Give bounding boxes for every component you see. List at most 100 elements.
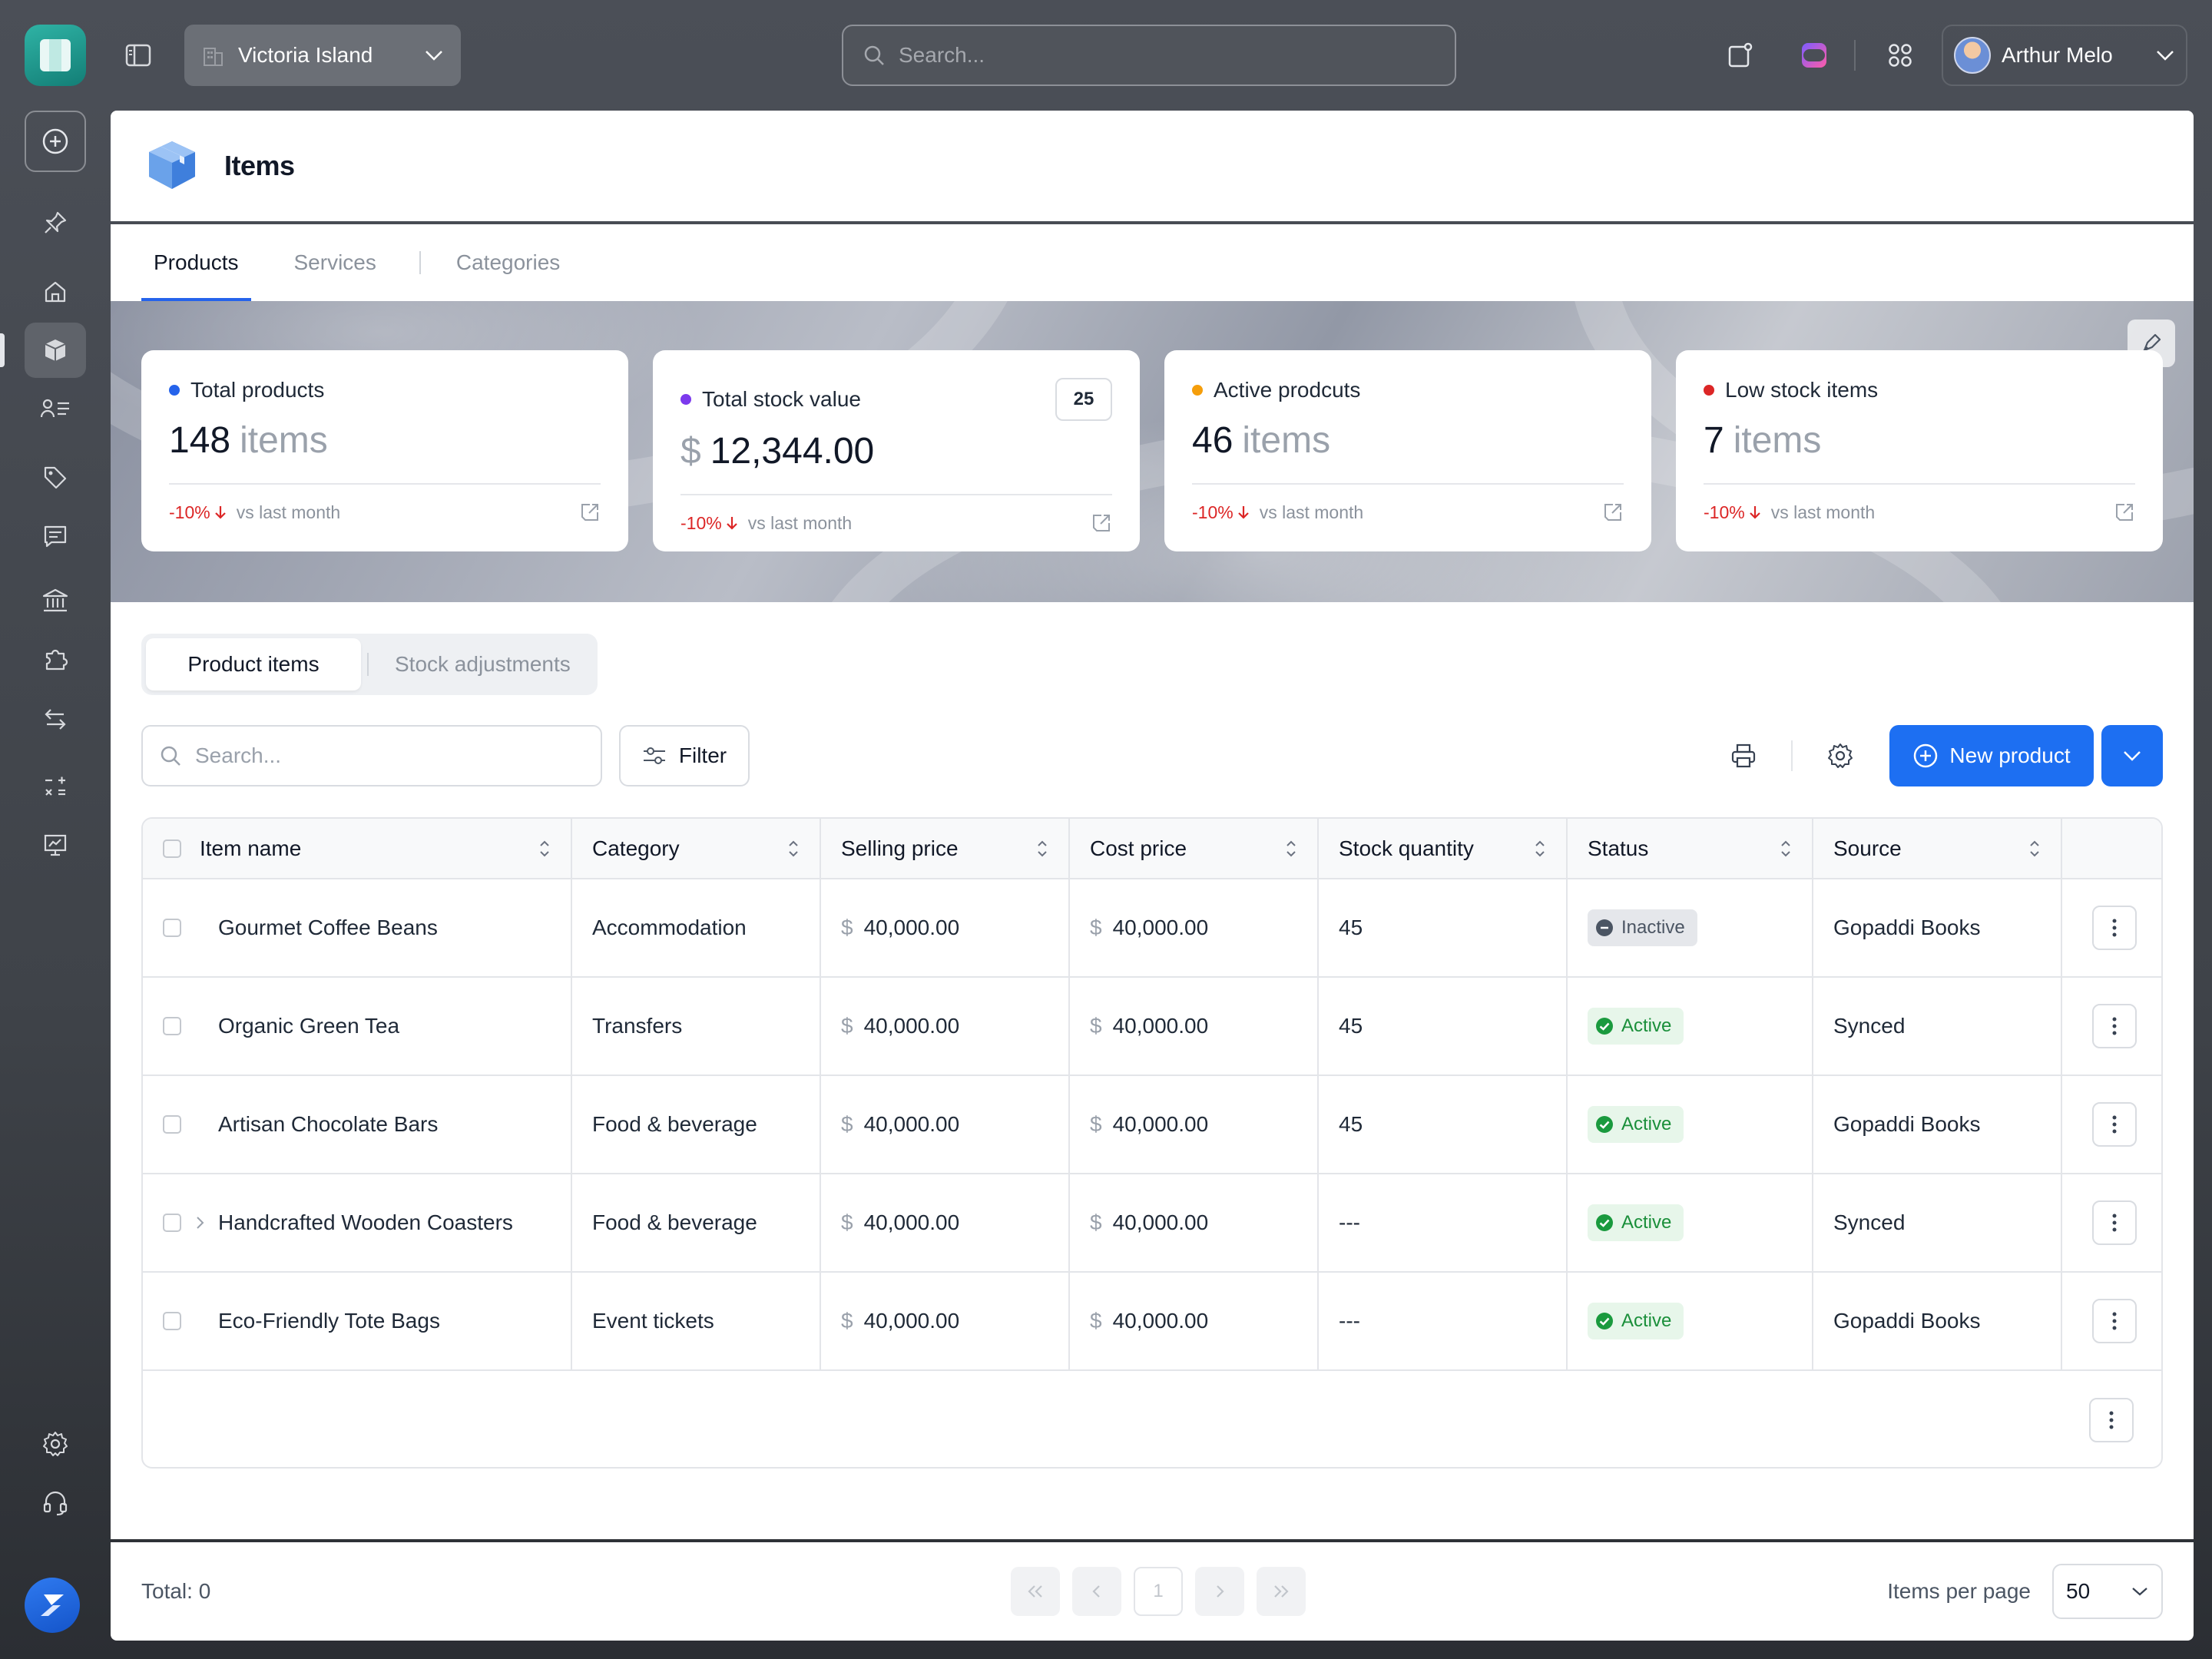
sort-icon[interactable] xyxy=(787,838,800,859)
next-page-button[interactable] xyxy=(1195,1567,1244,1616)
page-header: Items xyxy=(111,111,2194,221)
actions-cell xyxy=(2061,1174,2161,1272)
sidebar-item-settings[interactable] xyxy=(25,1416,86,1472)
sort-icon[interactable] xyxy=(1285,838,1297,859)
row-checkbox[interactable] xyxy=(163,1017,181,1035)
print-icon[interactable] xyxy=(1720,733,1767,779)
open-report-icon[interactable] xyxy=(1091,512,1112,534)
previous-page-button[interactable] xyxy=(1072,1567,1121,1616)
sidebar-item-pinned[interactable] xyxy=(25,195,86,250)
row-actions-button[interactable] xyxy=(2092,1200,2137,1245)
app-logo[interactable] xyxy=(25,25,86,86)
cost-price-cell: $40,000.00 xyxy=(1069,1174,1319,1272)
sort-icon[interactable] xyxy=(538,838,551,859)
cost-price: 40,000.00 xyxy=(1112,1014,1209,1038)
open-report-icon[interactable] xyxy=(1602,502,1624,523)
row-checkbox[interactable] xyxy=(163,1214,181,1232)
sliders-icon xyxy=(643,747,665,764)
main-tabs: Products Services Categories xyxy=(111,224,2194,301)
table-row[interactable]: Artisan Chocolate Bars Food & beverage $40… xyxy=(143,1075,2161,1174)
sort-icon[interactable] xyxy=(2028,838,2041,859)
currency-symbol: $ xyxy=(841,1112,853,1136)
sidebar-toggle-icon[interactable] xyxy=(120,37,157,74)
column-header-category[interactable]: Category xyxy=(571,819,821,879)
select-all-checkbox[interactable] xyxy=(163,839,181,858)
page-number-button[interactable]: 1 xyxy=(1134,1567,1183,1616)
sort-icon[interactable] xyxy=(1780,838,1792,859)
column-header-item-name[interactable]: Item name xyxy=(143,819,572,879)
page-number: 1 xyxy=(1153,1581,1164,1601)
user-menu[interactable]: Arthur Melo xyxy=(1942,25,2187,86)
source-cell: Gopaddi Books xyxy=(1813,1272,2062,1370)
sidebar-item-reports[interactable] xyxy=(25,817,86,873)
column-label: Status xyxy=(1588,836,1649,860)
row-actions-button[interactable] xyxy=(2092,906,2137,950)
tab-products[interactable]: Products xyxy=(141,224,251,301)
apps-grid-icon[interactable] xyxy=(1880,35,1920,75)
table-row[interactable]: Eco-Friendly Tote Bags Event tickets $40,0… xyxy=(143,1272,2161,1370)
sidebar-item-items[interactable] xyxy=(25,323,86,378)
cost-price: 40,000.00 xyxy=(1112,1309,1209,1333)
column-header-status[interactable]: Status xyxy=(1567,819,1813,879)
stock-quantity-cell: --- xyxy=(1318,1174,1568,1272)
table-header-row: Item name Category Selling price Cost pr… xyxy=(143,819,2161,879)
location-selector[interactable]: Victoria Island xyxy=(184,25,461,86)
last-page-button[interactable] xyxy=(1257,1567,1306,1616)
sidebar-item-tags[interactable] xyxy=(25,450,86,505)
row-actions-button[interactable] xyxy=(2092,1004,2137,1048)
row-checkbox[interactable] xyxy=(163,1312,181,1330)
sidebar-item-banking[interactable] xyxy=(25,573,86,628)
settings-gear-icon[interactable] xyxy=(1817,733,1863,779)
selling-price: 40,000.00 xyxy=(863,916,960,939)
table-row[interactable]: Gourmet Coffee Beans Accommodation $40,000… xyxy=(143,879,2161,977)
table-search-input[interactable]: Search... xyxy=(141,725,602,786)
sidebar-item-transfers[interactable] xyxy=(25,691,86,747)
filter-button[interactable]: Filter xyxy=(619,725,750,786)
currency-symbol: $ xyxy=(841,916,853,939)
sidebar-item-messages[interactable] xyxy=(25,508,86,564)
table-row[interactable]: Handcrafted Wooden Coasters Food & bevera… xyxy=(143,1174,2161,1272)
row-actions-button[interactable] xyxy=(2092,1102,2137,1147)
toolbar-divider xyxy=(1791,740,1793,771)
open-report-icon[interactable] xyxy=(2114,502,2135,523)
sidebar-item-contacts[interactable] xyxy=(25,381,86,436)
sidebar-item-home[interactable] xyxy=(25,264,86,320)
sort-icon[interactable] xyxy=(1036,838,1048,859)
selling-price-cell: $40,000.00 xyxy=(820,977,1070,1075)
items-per-page-select[interactable]: 50 xyxy=(2052,1564,2163,1619)
stat-change: -10% xyxy=(1192,502,1233,522)
column-header-cost-price[interactable]: Cost price xyxy=(1069,819,1319,879)
row-checkbox[interactable] xyxy=(163,1115,181,1134)
tab-categories[interactable]: Categories xyxy=(444,224,572,301)
status-dot xyxy=(169,385,180,396)
table-footer-more-button[interactable] xyxy=(2089,1398,2134,1442)
source-cell: Synced xyxy=(1813,977,2062,1075)
segment-stock-adjustments[interactable]: Stock adjustments xyxy=(381,638,584,690)
row-checkbox[interactable] xyxy=(163,919,181,937)
notification-icon[interactable] xyxy=(1720,35,1760,75)
create-new-button[interactable] xyxy=(25,111,86,172)
chevrons-left-icon xyxy=(1028,1585,1042,1598)
row-actions-button[interactable] xyxy=(2092,1299,2137,1343)
column-header-source[interactable]: Source xyxy=(1813,819,2062,879)
sidebar-item-support[interactable] xyxy=(25,1475,86,1530)
chevron-right-icon[interactable] xyxy=(194,1214,205,1231)
segment-product-items[interactable]: Product items xyxy=(146,638,361,690)
brand-logo[interactable] xyxy=(25,1578,80,1633)
global-search-input[interactable]: Search... xyxy=(842,25,1456,86)
source: Gopaddi Books xyxy=(1833,1112,1981,1136)
copilot-icon[interactable] xyxy=(1793,34,1836,77)
open-report-icon[interactable] xyxy=(579,502,601,523)
tab-services[interactable]: Services xyxy=(282,224,389,301)
sidebar-item-accounting[interactable] xyxy=(25,759,86,814)
check-circle-icon xyxy=(1596,1018,1613,1035)
column-header-stock-quantity[interactable]: Stock quantity xyxy=(1318,819,1568,879)
page-title: Items xyxy=(224,150,295,181)
first-page-button[interactable] xyxy=(1011,1567,1060,1616)
sidebar-item-integrations[interactable] xyxy=(25,631,86,687)
new-product-button[interactable]: New product xyxy=(1889,725,2094,786)
sort-icon[interactable] xyxy=(1534,838,1546,859)
new-product-dropdown-button[interactable] xyxy=(2101,725,2163,786)
table-row[interactable]: Organic Green Tea Transfers $40,000.00 $40,… xyxy=(143,977,2161,1075)
column-header-selling-price[interactable]: Selling price xyxy=(820,819,1070,879)
